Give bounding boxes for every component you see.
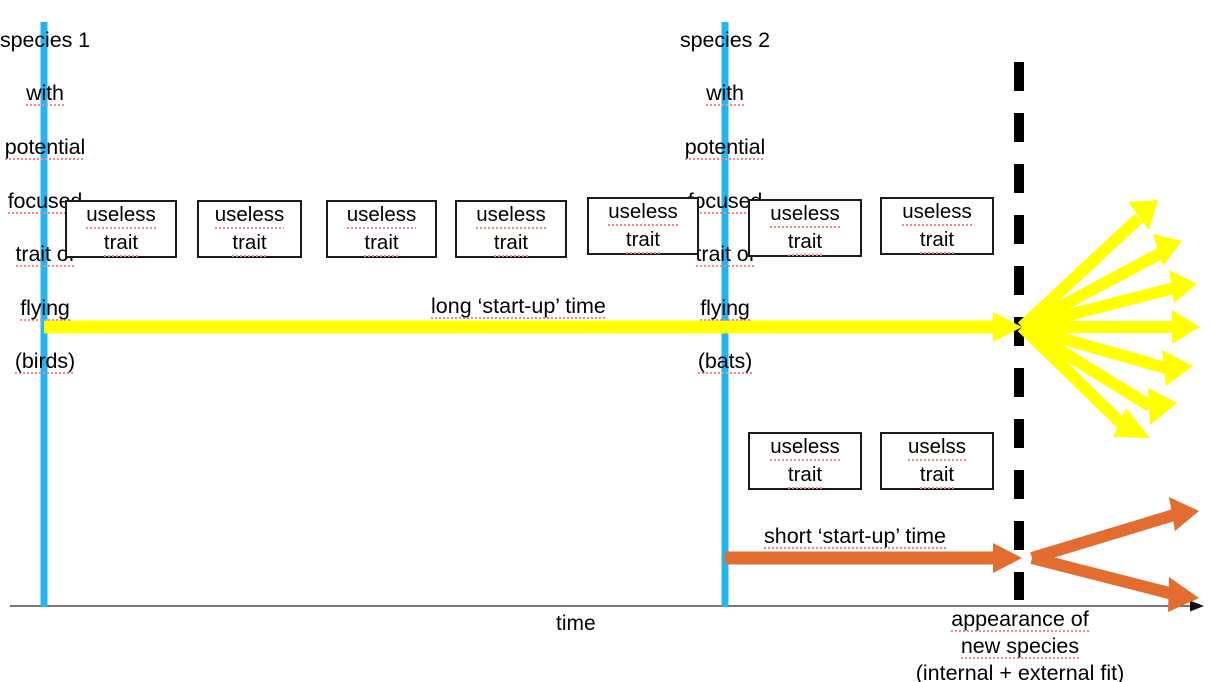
trait-box-line-1: useless (902, 198, 972, 226)
caption-line-3: (internal + external fit) (915, 661, 1125, 682)
short-startup-arrowhead (993, 543, 1022, 573)
long-outcome-arrow-2 (1019, 234, 1182, 333)
short-outcome-arrow-2 (1030, 552, 1199, 612)
species-2-label-line-2: with (706, 81, 744, 107)
trait-box-line-1: uselss (907, 433, 967, 461)
species-1-label-line-6: flying (20, 295, 70, 321)
trait-box-line-1: useless (86, 201, 156, 229)
trait-box-line-2: trait (493, 229, 529, 257)
trait-box-line-2: trait (787, 228, 823, 256)
trait-box: useless trait (880, 197, 994, 255)
species-1-label-line-3: potential (4, 134, 86, 160)
trait-box: useless trait (455, 200, 567, 258)
species-2-label-line-7: (bats) (697, 349, 753, 375)
short-startup-time-label: short ‘start-up’ time (764, 524, 947, 549)
trait-box-line-2: trait (103, 229, 139, 257)
caption-line-2: new species (960, 634, 1080, 659)
trait-box-line-1: useless (770, 433, 840, 461)
trait-box: useless trait (65, 200, 177, 258)
long-outcome-arrow-1 (1017, 200, 1158, 332)
trait-box: useless trait (197, 200, 302, 258)
trait-box-line-1: useless (346, 201, 417, 229)
diagram-vector-layer (10, 22, 1204, 612)
trait-box-line-2: trait (787, 461, 823, 489)
long-outcome-fan (1017, 200, 1200, 438)
long-outcome-arrow-7 (1017, 322, 1150, 438)
short-outcome-arrow-1 (1030, 497, 1199, 564)
trait-box-line-1: useless (214, 201, 285, 229)
long-startup-time-label: long ‘start-up’ time (431, 294, 606, 319)
long-outcome-arrow-3 (1020, 270, 1197, 333)
time-axis-label: time (556, 612, 596, 635)
species-2-label-line-6: flying (700, 295, 750, 321)
evolution-timeline-diagram: species 1 with potential focused trait o… (0, 0, 1210, 682)
long-startup-arrowhead (993, 312, 1022, 342)
trait-box-line-2: trait (232, 229, 267, 257)
trait-box-line-2: trait (364, 229, 399, 257)
trait-box: useless trait (587, 197, 699, 255)
trait-box-line-1: useless (770, 200, 840, 228)
long-outcome-arrow-5 (1020, 321, 1193, 386)
species-1-label-line-1: species 1 (0, 27, 90, 52)
caption-line-1: appearance of (951, 607, 1089, 632)
trait-box-line-1: useless (608, 198, 678, 226)
long-outcome-arrow-6 (1018, 321, 1177, 425)
trait-box: useless trait (748, 199, 862, 257)
short-outcome-fan (1030, 497, 1199, 612)
speciation-event-caption: appearance of new species (internal + ex… (896, 606, 1144, 682)
trait-box: useless trait (748, 432, 862, 490)
trait-box-line-2: trait (919, 226, 955, 254)
species-2-label-line-3: potential (684, 134, 766, 160)
trait-box-line-1: useless (476, 201, 546, 229)
trait-box: useless trait (326, 200, 437, 258)
species-1-label-line-7: (birds) (14, 349, 76, 375)
time-axis-arrowhead (1190, 600, 1204, 612)
species-2-label-line-1: species 2 (680, 27, 770, 52)
species-1-label-line-2: with (26, 81, 64, 107)
trait-box: uselss trait (880, 432, 994, 490)
trait-box-line-2: trait (625, 226, 661, 254)
species-2-label-line-5: trait of (695, 242, 755, 268)
trait-box-line-2: trait (919, 461, 955, 489)
long-outcome-arrow-4 (1022, 310, 1200, 344)
